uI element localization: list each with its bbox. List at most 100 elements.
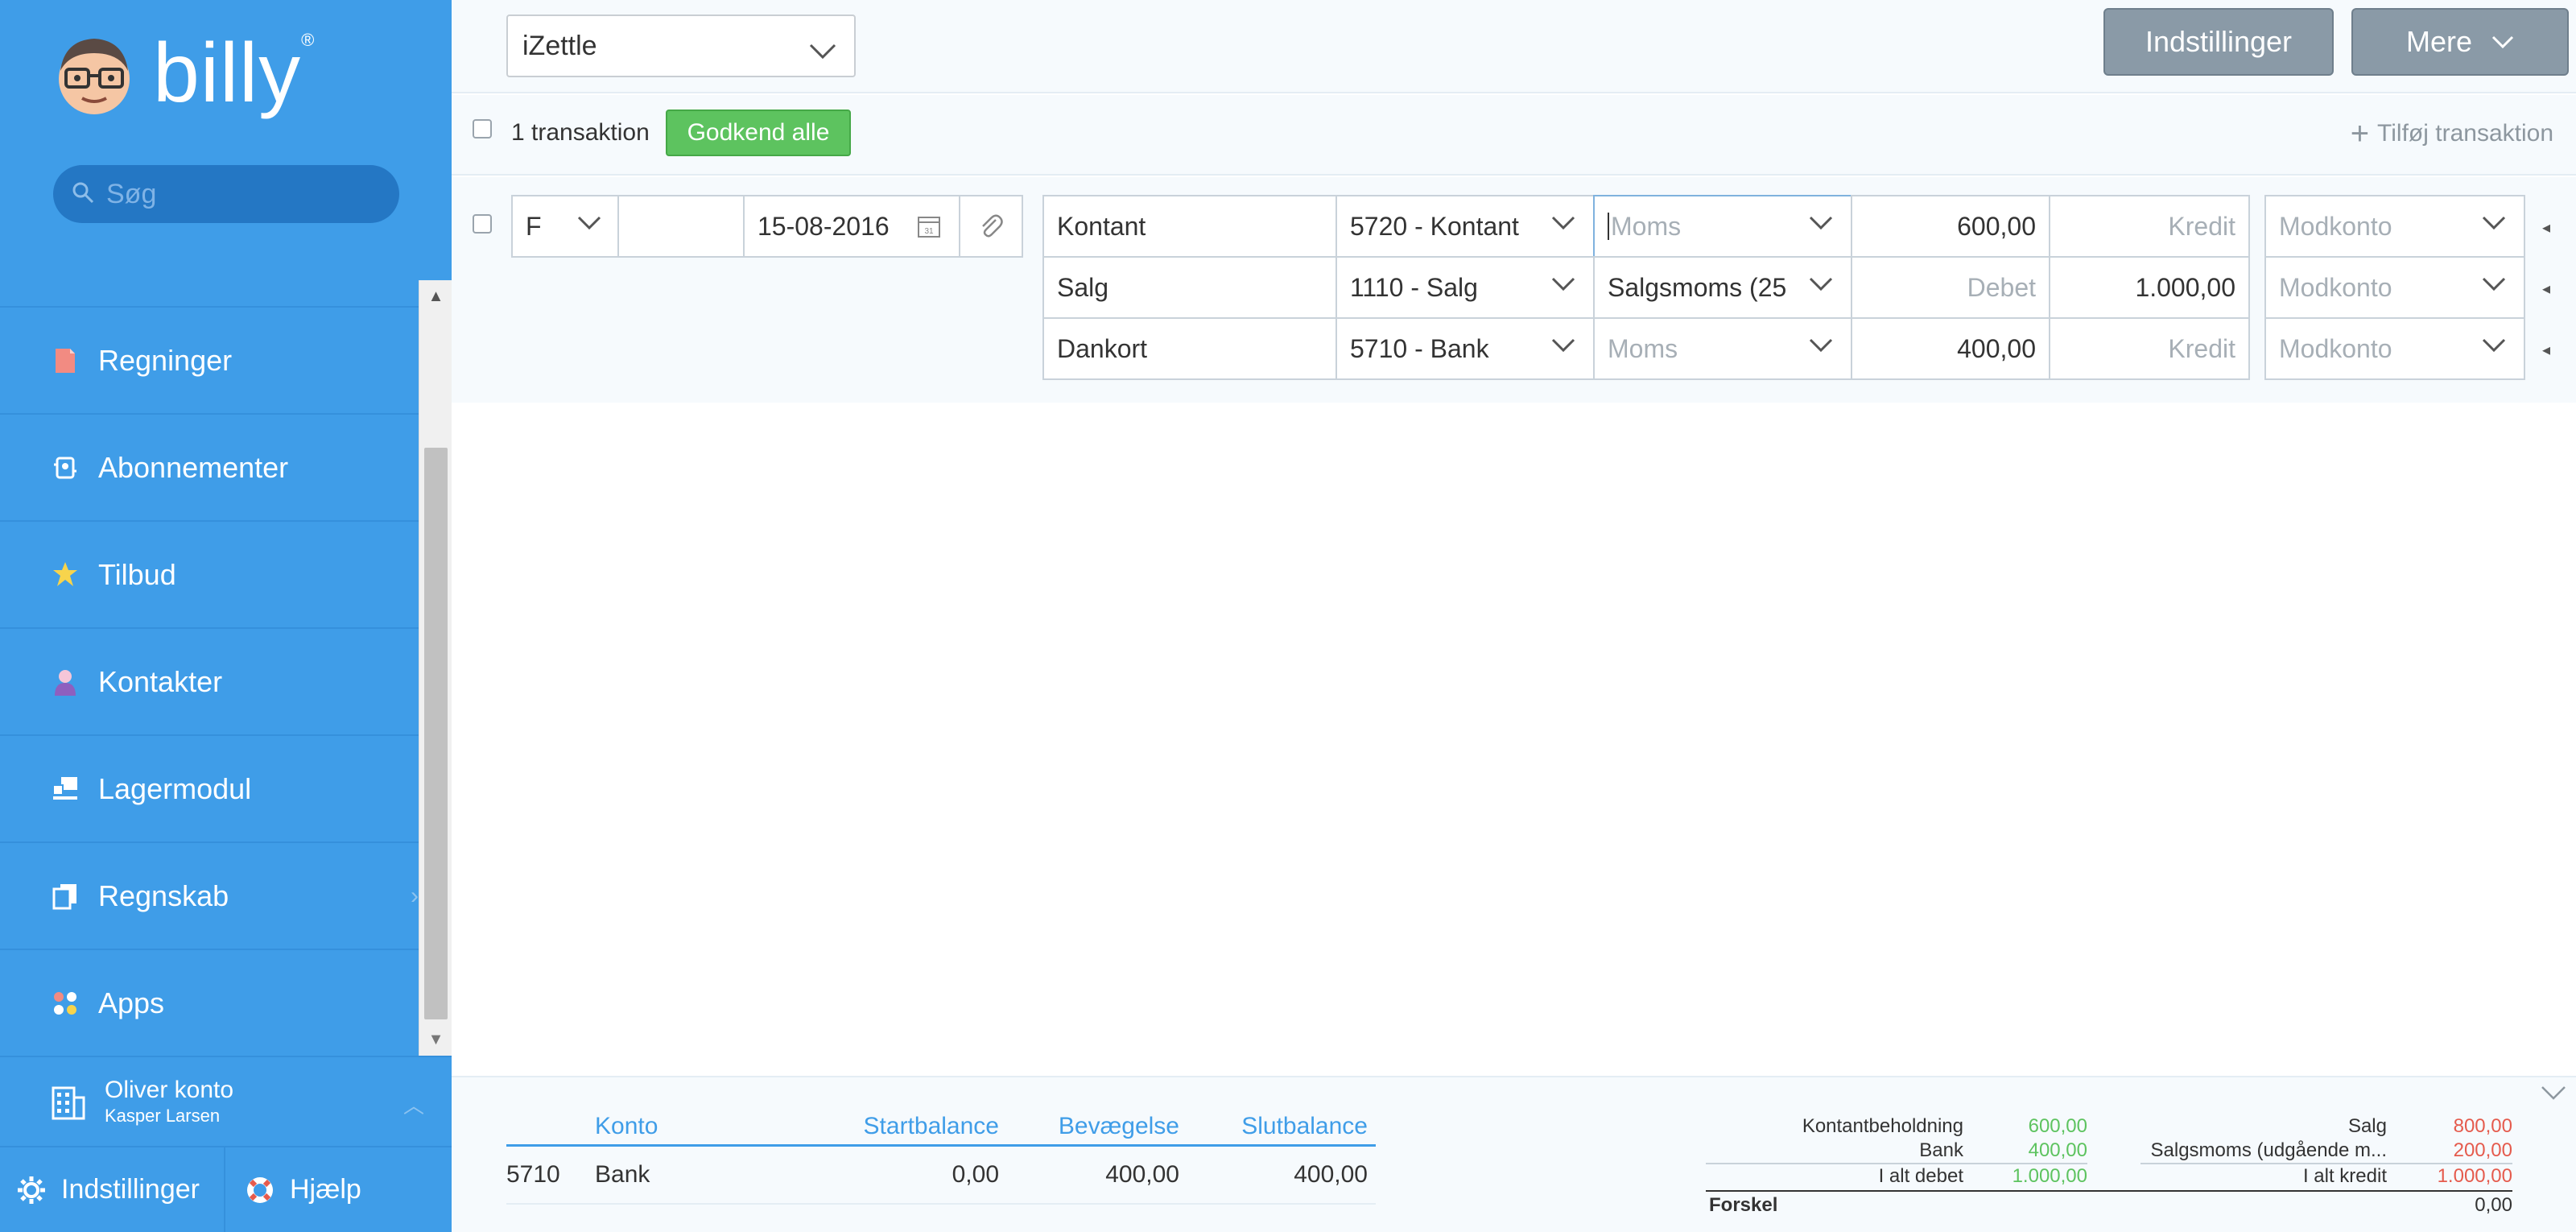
sidebar: billy® Regninger Abonnementer Tilbud Kon… [0, 0, 452, 1232]
row-expand-icon[interactable]: ◂ [2542, 217, 2550, 238]
chevron-down-icon [1551, 216, 1575, 230]
settings-button[interactable]: Indstillinger [0, 1147, 225, 1232]
line-description-value: Kontant [1057, 211, 1146, 241]
line-description-value: Salg [1057, 272, 1109, 302]
table-row: 5710 Bank 0,00 400,00 400,00 [506, 1147, 1376, 1205]
line-account-select[interactable]: 1110 - Salg [1335, 256, 1595, 319]
line-description-field[interactable]: Kontant [1042, 195, 1337, 258]
line-account-select[interactable]: 5710 - Bank [1335, 317, 1595, 380]
row-expand-icon[interactable]: ◂ [2542, 279, 2550, 299]
summary-total-debit: I alt debet 1.000,00 [1706, 1164, 2087, 1189]
sidebar-item-regnskab[interactable]: Regnskab › [0, 843, 419, 950]
search-input[interactable] [106, 178, 380, 210]
summary-debit-row: Kontantbeholdning 600,00 [1706, 1114, 2087, 1139]
line-counter-account-value: Modkonto [2279, 211, 2392, 241]
building-icon [50, 1083, 87, 1120]
line-debit-value: Debet [1967, 272, 2036, 302]
scroll-thumb[interactable] [424, 448, 448, 1019]
chevron-down-icon [1804, 277, 1833, 291]
line-vat-select[interactable]: Salgsmoms (25 [1593, 256, 1852, 319]
sidebar-item-label: Apps [98, 986, 165, 1019]
line-counter-account-select[interactable]: Modkonto [2264, 317, 2525, 380]
inventory-icon [52, 775, 79, 803]
add-transaction-label: Tilføj transaktion [2377, 120, 2553, 147]
sidebar-item-regninger[interactable]: Regninger [0, 308, 419, 415]
chevron-down-icon [2482, 216, 2506, 230]
line-vat-value: Moms [1608, 333, 1678, 363]
sidebar-item-apps[interactable]: Apps [0, 950, 419, 1056]
line-debit-field[interactable]: Debet [1851, 256, 2050, 319]
billy-logo[interactable]: billy® [50, 29, 315, 118]
search-bar[interactable] [53, 165, 399, 223]
row-expand-icon[interactable]: ◂ [2542, 340, 2550, 360]
summary-value: 200,00 [2453, 1139, 2512, 1161]
plus-icon: + [2350, 116, 2370, 151]
line-counter-account-select[interactable]: Modkonto [2264, 256, 2525, 319]
sidebar-item-label: Kontakter [98, 664, 223, 698]
line-debit-value: 400,00 [1957, 333, 2036, 363]
apps-icon [52, 990, 79, 1017]
summary-value: 0,00 [2475, 1194, 2512, 1216]
transaction-checkbox[interactable] [473, 214, 492, 234]
help-button[interactable]: Hjælp [225, 1147, 452, 1232]
line-debit-field[interactable]: 400,00 [1851, 317, 2050, 380]
subscription-icon [52, 454, 79, 482]
select-all-checkbox[interactable] [473, 119, 492, 138]
summary-value: 1.000,00 [2437, 1165, 2512, 1187]
sidebar-item-lagermodul[interactable]: Lagermodul [0, 736, 419, 843]
start-balance: 0,00 [952, 1161, 999, 1188]
bank-account-select[interactable]: iZettle [506, 14, 856, 77]
line-credit-field[interactable]: Kredit [2049, 195, 2250, 258]
sidebar-item-abonnementer[interactable]: Abonnementer [0, 415, 419, 522]
line-account-value: 5720 - Kontant [1350, 211, 1519, 241]
line-vat-select[interactable]: Moms [1593, 317, 1852, 380]
summary-label: I alt debet [1878, 1165, 1963, 1187]
column-account: Konto [595, 1112, 658, 1139]
date-field[interactable]: 15-08-2016 31 [743, 195, 960, 258]
settings-button[interactable]: Indstillinger [2103, 8, 2334, 76]
add-transaction-button[interactable]: + Tilføj transaktion [2351, 118, 2553, 150]
sidebar-item-label: Regninger [98, 343, 233, 377]
sidebar-scrollbar[interactable]: ▲ ▼ [419, 280, 452, 1056]
text-cursor [1608, 213, 1609, 240]
sidebar-item-tilbud[interactable]: Tilbud [0, 522, 419, 629]
line-counter-account-select[interactable]: Modkonto [2264, 195, 2525, 258]
line-debit-field[interactable]: 600,00 [1851, 195, 2050, 258]
chevron-down-icon [2482, 277, 2506, 291]
sidebar-nav: Regninger Abonnementer Tilbud Kontakter … [0, 280, 419, 1056]
organization-switcher[interactable]: Oliver konto Kasper Larsen ︿ [0, 1056, 452, 1146]
summary-credit-row: Salg 800,00 [2140, 1114, 2512, 1139]
more-button[interactable]: Mere [2351, 8, 2569, 76]
balance-panel: Konto Startbalance Bevægelse Slutbalance… [452, 1076, 2576, 1232]
summary-label: Forskel [1709, 1194, 1778, 1216]
person-icon [52, 668, 79, 696]
line-credit-field[interactable]: Kredit [2049, 317, 2250, 380]
voucher-number-field[interactable] [617, 195, 745, 258]
invoice-icon [52, 347, 79, 374]
user-name: Kasper Larsen [105, 1106, 221, 1126]
summary-value: 1.000,00 [2012, 1165, 2087, 1187]
sidebar-footer: Indstillinger Hjælp [0, 1146, 452, 1232]
chevron-right-icon: › [411, 882, 419, 909]
line-vat-select[interactable]: Moms [1593, 195, 1852, 258]
calendar-icon[interactable]: 31 [917, 214, 941, 238]
chevron-down-icon[interactable] [2541, 1085, 2566, 1102]
transaction-toolbar: 1 transaktion Godkend alle + Tilføj tran… [452, 95, 2576, 176]
line-account-select[interactable]: 5720 - Kontant [1335, 195, 1595, 258]
summary-label: Salg [2347, 1115, 2387, 1137]
scroll-down-arrow-icon[interactable]: ▼ [419, 1023, 452, 1056]
approve-all-button[interactable]: Godkend alle [666, 110, 851, 156]
balance-table: Konto Startbalance Bevægelse Slutbalance… [506, 1108, 1376, 1205]
line-vat-value: Salgsmoms (25 [1608, 272, 1787, 302]
line-credit-field[interactable]: 1.000,00 [2049, 256, 2250, 319]
account-name: Bank [595, 1161, 650, 1188]
scroll-up-arrow-icon[interactable]: ▲ [419, 280, 452, 312]
summary-grid: Kontantbeholdning 600,00 Bank 400,00 I a… [1706, 1114, 2512, 1227]
voucher-type-select[interactable]: F [511, 195, 619, 258]
attachment-button[interactable] [959, 195, 1023, 258]
account-number: 5710 [506, 1161, 560, 1188]
line-description-field[interactable]: Dankort [1042, 317, 1337, 380]
sidebar-item-kontakter[interactable]: Kontakter [0, 629, 419, 736]
chevron-down-icon [2491, 35, 2514, 48]
line-description-field[interactable]: Salg [1042, 256, 1337, 319]
